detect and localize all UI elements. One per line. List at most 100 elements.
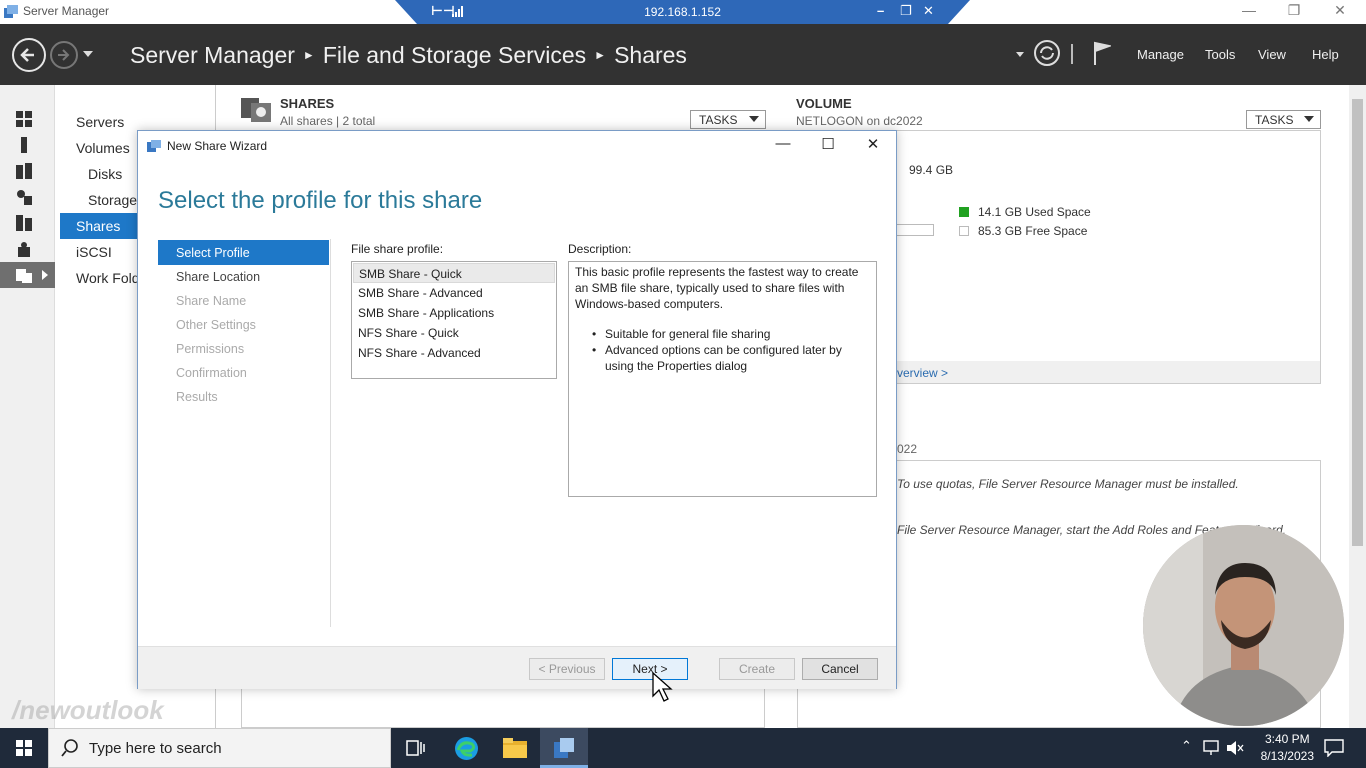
wizard-icon xyxy=(147,140,161,152)
menu-tools[interactable]: Tools xyxy=(1205,47,1235,62)
step-permissions: Permissions xyxy=(176,342,245,356)
steps-divider xyxy=(330,239,331,627)
taskbar: Type here to search ⌃ 3:40 PM 8/13/2023 xyxy=(0,728,1366,768)
breadcrumb: Server Manager ► File and Storage Services… xyxy=(130,42,687,68)
used-space-label: 14.1 GB Used Space xyxy=(978,205,1091,219)
new-share-wizard-dialog: New Share Wizard — ☐ ✕ Select the profil… xyxy=(137,130,897,689)
menu-help[interactable]: Help xyxy=(1312,47,1339,62)
forward-button[interactable] xyxy=(50,41,78,69)
taskbar-clock[interactable]: 3:40 PM 8/13/2023 xyxy=(1261,731,1314,765)
back-button[interactable] xyxy=(12,38,46,72)
step-select-profile[interactable]: Select Profile xyxy=(176,246,250,260)
quota-title: 022 xyxy=(897,442,918,456)
volume-tasks-dropdown[interactable]: TASKS xyxy=(1246,110,1321,129)
list-item[interactable]: NFS Share - Quick xyxy=(353,323,555,343)
create-button[interactable]: Create xyxy=(719,658,795,680)
app-header: Server Manager ► File and Storage Services… xyxy=(0,24,1366,85)
refresh-icon[interactable] xyxy=(1033,39,1061,67)
next-button[interactable]: Next > xyxy=(612,658,688,680)
notification-center-icon[interactable] xyxy=(1324,739,1344,757)
tasks-label: TASKS xyxy=(1255,113,1294,127)
file-storage-services-icon[interactable] xyxy=(16,267,32,283)
history-dropdown-icon[interactable] xyxy=(83,51,93,57)
subnav-item-work-folders[interactable]: Work Fold xyxy=(76,270,140,286)
maximize-button[interactable]: ❐ xyxy=(1279,2,1309,19)
step-results: Results xyxy=(176,390,218,404)
windows-start-icon[interactable] xyxy=(16,740,32,756)
volume-subtitle: NETLOGON on dc2022 xyxy=(796,114,923,128)
go-to-volumes-overview-link[interactable]: verview > xyxy=(897,366,948,380)
description-box: This basic profile represents the fastes… xyxy=(568,261,877,497)
step-other-settings: Other Settings xyxy=(176,318,256,332)
network-icon[interactable] xyxy=(1203,740,1221,756)
profile-list[interactable]: SMB Share - Quick SMB Share - Advanced S… xyxy=(351,261,557,379)
subnav-item-disks[interactable]: Disks xyxy=(88,166,122,182)
channel-watermark: /newoutlook xyxy=(12,695,164,725)
subnav-item-iscsi[interactable]: iSCSI xyxy=(76,244,112,260)
list-item[interactable]: SMB Share - Applications xyxy=(353,303,555,323)
remote-desktop-bar: ⊢⊣ 192.168.1.152 – ❐ ✕ xyxy=(395,0,970,24)
expand-arrow-icon[interactable] xyxy=(42,270,48,280)
show-hidden-icons-icon[interactable]: ⌃ xyxy=(1181,738,1192,754)
server-manager-icon xyxy=(4,5,18,18)
taskbar-search-box[interactable]: Type here to search xyxy=(48,728,391,768)
file-server-icon[interactable] xyxy=(16,241,32,257)
close-button[interactable]: ✕ xyxy=(1325,2,1355,19)
dialog-maximize-button[interactable]: ☐ xyxy=(813,135,843,153)
scrollbar-thumb[interactable] xyxy=(1352,99,1363,546)
dialog-minimize-button[interactable]: — xyxy=(768,135,798,152)
minimize-button[interactable]: — xyxy=(1234,2,1264,18)
volume-muted-icon[interactable] xyxy=(1226,740,1244,756)
ad-ds-icon[interactable] xyxy=(16,189,32,205)
clock-time: 3:40 PM xyxy=(1264,732,1310,746)
description-label: Description: xyxy=(568,242,632,256)
previous-button[interactable]: < Previous xyxy=(529,658,605,680)
rd-minimize-icon[interactable]: – xyxy=(877,3,884,18)
shares-tasks-dropdown[interactable]: TASKS xyxy=(690,110,766,129)
list-item[interactable]: SMB Share - Quick xyxy=(353,263,555,283)
description-bullet: Advanced options can be configured later… xyxy=(592,342,870,374)
vertical-scrollbar[interactable] xyxy=(1349,85,1366,728)
free-space-label: 85.3 GB Free Space xyxy=(978,224,1088,238)
breadcrumb-item[interactable]: Shares xyxy=(614,42,687,68)
header-divider xyxy=(1071,44,1073,64)
presenter-illustration xyxy=(1143,525,1344,726)
server-manager-taskbar-icon xyxy=(554,738,574,758)
file-explorer-icon[interactable] xyxy=(503,738,527,758)
local-server-icon[interactable] xyxy=(16,137,32,153)
mouse-cursor-icon xyxy=(652,672,673,702)
list-item[interactable]: SMB Share - Advanced xyxy=(353,283,555,303)
step-share-location[interactable]: Share Location xyxy=(176,270,260,284)
used-space-swatch xyxy=(959,207,969,217)
breadcrumb-item[interactable]: File and Storage Services xyxy=(323,42,586,68)
subnav-item-storage[interactable]: Storage xyxy=(88,192,137,208)
menu-manage[interactable]: Manage xyxy=(1137,47,1184,62)
dns-icon[interactable] xyxy=(16,215,32,231)
cancel-button[interactable]: Cancel xyxy=(802,658,878,680)
dialog-title: New Share Wizard xyxy=(167,139,268,153)
notifications-flag-icon[interactable] xyxy=(1093,41,1111,65)
subnav-item-volumes[interactable]: Volumes xyxy=(76,140,130,156)
shares-subtitle: All shares | 2 total xyxy=(280,114,376,128)
rd-restore-icon[interactable]: ❐ xyxy=(900,3,912,19)
chevron-down-icon xyxy=(749,116,759,122)
task-view-icon[interactable] xyxy=(406,740,426,756)
description-text: This basic profile represents the fastes… xyxy=(575,265,859,311)
quota-message: To use quotas, File Server Resource Mana… xyxy=(897,477,1239,491)
rd-close-icon[interactable]: ✕ xyxy=(923,3,934,19)
menu-view[interactable]: View xyxy=(1258,47,1286,62)
profile-label: File share profile: xyxy=(351,242,444,256)
breadcrumb-item[interactable]: Server Manager xyxy=(130,42,295,68)
all-servers-icon[interactable] xyxy=(16,163,32,179)
subnav-item-servers[interactable]: Servers xyxy=(76,114,124,130)
clock-date: 8/13/2023 xyxy=(1260,749,1314,763)
dashboard-icon[interactable] xyxy=(16,111,32,127)
window-title: Server Manager xyxy=(23,4,110,18)
edge-icon[interactable] xyxy=(454,736,479,761)
list-item[interactable]: NFS Share - Advanced xyxy=(353,343,555,363)
server-manager-taskbar-button[interactable] xyxy=(540,728,588,768)
dialog-close-button[interactable]: ✕ xyxy=(858,135,888,153)
dropdown-icon[interactable] xyxy=(1016,52,1024,57)
free-space-swatch xyxy=(959,226,969,236)
subnav-item-shares[interactable]: Shares xyxy=(76,218,120,234)
